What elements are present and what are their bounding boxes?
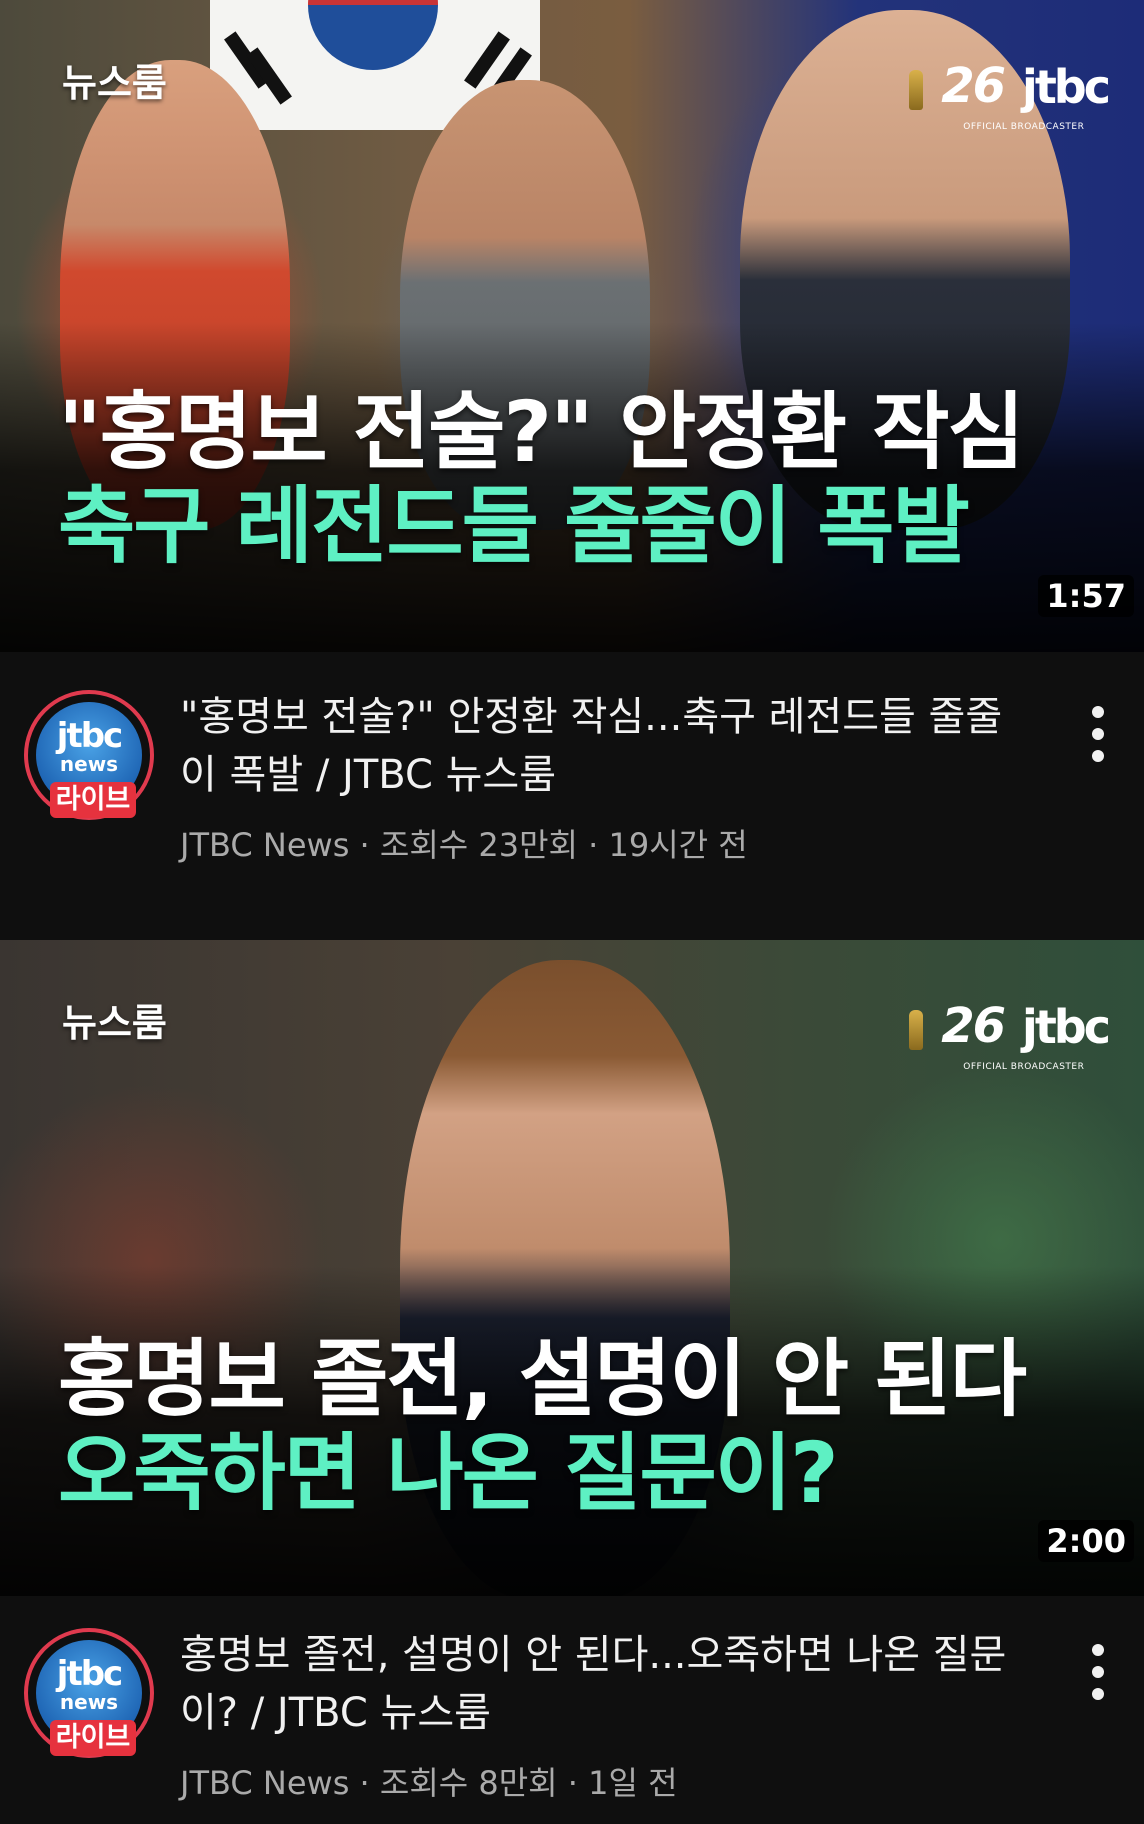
world-cup-trophy-icon bbox=[909, 1010, 924, 1050]
avatar-news-label: news bbox=[59, 1690, 119, 1714]
avatar-logo: jtbc bbox=[56, 716, 123, 756]
more-vert-icon[interactable] bbox=[1092, 706, 1106, 772]
video-thumbnail[interactable]: 뉴스룸 26 jtbc OFFICIAL BROADCASTER 홍명보 졸전,… bbox=[0, 940, 1144, 1596]
world-cup-trophy-icon bbox=[909, 70, 924, 110]
video-thumbnail[interactable]: 뉴스룸 26 jtbc OFFICIAL BROADCASTER "홍명보 전술… bbox=[0, 0, 1144, 652]
world-cup-number: 26 bbox=[941, 58, 1006, 114]
thumbnail-headline: 홍명보 졸전, 설명이 안 된다 오죽하면 나온 질문이? bbox=[58, 1332, 1104, 1520]
video-title[interactable]: "홍명보 전술?" 안정환 작심...축구 레전드들 줄줄이 폭발 / JTBC… bbox=[180, 688, 1020, 804]
official-broadcaster-label: OFFICIAL BROADCASTER bbox=[963, 122, 1085, 132]
headline-line-1: 홍명보 졸전, 설명이 안 된다 bbox=[58, 1330, 1027, 1428]
more-vert-icon[interactable] bbox=[1092, 1644, 1106, 1710]
world-cup-number: 26 bbox=[941, 998, 1006, 1054]
view-count: 조회수 8만회 bbox=[379, 1764, 558, 1802]
headline-line-2: 오죽하면 나온 질문이? bbox=[58, 1424, 839, 1523]
live-badge: 라이브 bbox=[50, 782, 136, 818]
newsroom-tag: 뉴스룸 bbox=[62, 1001, 167, 1045]
broadcaster-logo: 26 jtbc OFFICIAL BROADCASTER bbox=[909, 998, 1111, 1072]
separator: · bbox=[359, 1764, 370, 1802]
upload-age: 1일 전 bbox=[588, 1764, 678, 1802]
channel-avatar[interactable]: jtbc news 라이브 bbox=[24, 1628, 154, 1758]
video-subtitle: JTBC News · 조회수 8만회 · 1일 전 bbox=[180, 1758, 678, 1804]
live-badge: 라이브 bbox=[50, 1720, 136, 1756]
separator: · bbox=[567, 1764, 578, 1802]
channel-name[interactable]: JTBC News bbox=[180, 1764, 349, 1802]
video-card[interactable]: 뉴스룸 26 jtbc OFFICIAL BROADCASTER 홍명보 졸전,… bbox=[0, 940, 1144, 1824]
channel-name[interactable]: JTBC News bbox=[180, 826, 349, 864]
separator: · bbox=[359, 826, 370, 864]
view-count: 조회수 23만회 bbox=[379, 826, 578, 864]
jtbc-logo: jtbc bbox=[1022, 60, 1111, 114]
official-broadcaster-label: OFFICIAL BROADCASTER bbox=[963, 1062, 1085, 1072]
video-meta: jtbc news 라이브 "홍명보 전술?" 안정환 작심...축구 레전드들… bbox=[0, 652, 1144, 940]
upload-age: 19시간 전 bbox=[608, 826, 748, 864]
headline-line-2: 축구 레전드들 줄줄이 폭발 bbox=[58, 477, 970, 576]
separator: · bbox=[588, 826, 599, 864]
channel-avatar[interactable]: jtbc news 라이브 bbox=[24, 690, 154, 820]
newsroom-tag: 뉴스룸 bbox=[62, 61, 167, 105]
video-card[interactable]: 뉴스룸 26 jtbc OFFICIAL BROADCASTER "홍명보 전술… bbox=[0, 0, 1144, 940]
video-meta: jtbc news 라이브 홍명보 졸전, 설명이 안 된다...오죽하면 나온… bbox=[0, 1596, 1144, 1824]
duration-badge: 1:57 bbox=[1038, 575, 1134, 617]
video-title[interactable]: 홍명보 졸전, 설명이 안 된다...오죽하면 나온 질문이? / JTBC 뉴… bbox=[180, 1626, 1020, 1742]
broadcaster-logo: 26 jtbc OFFICIAL BROADCASTER bbox=[909, 58, 1111, 132]
jtbc-logo: jtbc bbox=[1022, 1000, 1111, 1054]
headline-line-1: "홍명보 전술?" 안정환 작심 bbox=[58, 383, 1025, 481]
avatar-logo: jtbc bbox=[56, 1654, 123, 1694]
avatar-news-label: news bbox=[59, 752, 119, 776]
thumbnail-headline: "홍명보 전술?" 안정환 작심 축구 레전드들 줄줄이 폭발 bbox=[58, 385, 1104, 573]
duration-badge: 2:00 bbox=[1038, 1520, 1134, 1562]
video-subtitle: JTBC News · 조회수 23만회 · 19시간 전 bbox=[180, 820, 748, 866]
